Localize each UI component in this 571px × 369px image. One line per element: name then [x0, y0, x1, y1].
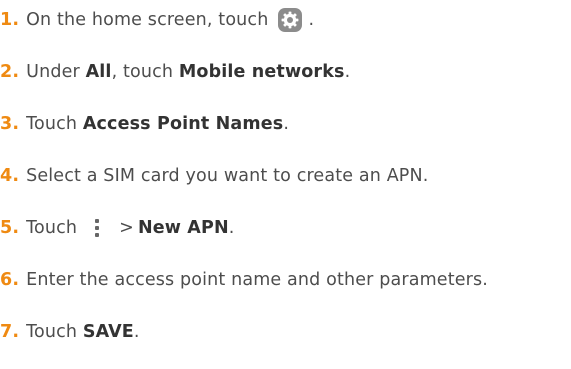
step-text-end: .	[133, 322, 140, 342]
step-text-end: .	[228, 218, 235, 238]
menu-item-mobile-networks: Mobile networks	[178, 62, 345, 82]
step-text: , touch	[111, 62, 179, 82]
step-3: 3. Touch Access Point Names .	[0, 107, 289, 141]
step-number: 2.	[0, 62, 20, 82]
step-text: Touch	[26, 218, 78, 238]
separator-arrow: >	[119, 218, 134, 238]
step-6: 6. Enter the access point name and other…	[0, 263, 488, 297]
step-4: 4. Select a SIM card you want to create …	[0, 159, 428, 193]
step-text-end: .	[283, 114, 290, 134]
step-5: 5. Touch > New APN .	[0, 211, 235, 245]
step-text-end: .	[344, 62, 351, 82]
step-number: 5.	[0, 218, 20, 238]
menu-item-access-point-names: Access Point Names	[82, 114, 284, 134]
menu-item-new-apn: New APN	[137, 218, 229, 238]
step-text-end: .	[308, 10, 315, 30]
step-text: Under	[26, 62, 86, 82]
button-name-save: SAVE	[82, 322, 134, 342]
more-menu-icon	[95, 219, 100, 237]
step-number: 4.	[0, 166, 20, 186]
step-text: On the home screen, touch	[26, 10, 269, 30]
step-2: 2. Under All , touch Mobile networks .	[0, 55, 350, 89]
step-7: 7. Touch SAVE .	[0, 315, 140, 349]
step-number: 6.	[0, 270, 20, 290]
step-number: 7.	[0, 322, 20, 342]
menu-item-all: All	[85, 62, 112, 82]
settings-gear-icon	[278, 8, 303, 32]
step-number: 3.	[0, 114, 20, 134]
step-text: Touch	[26, 322, 83, 342]
step-text: Touch	[26, 114, 83, 134]
step-number: 1.	[0, 10, 20, 30]
step-text: Enter the access point name and other pa…	[26, 270, 488, 290]
instruction-steps: 1. On the home screen, touch . 2. Under …	[0, 0, 571, 369]
step-1: 1. On the home screen, touch .	[0, 3, 314, 37]
step-text: Select a SIM card you want to create an …	[26, 166, 429, 186]
